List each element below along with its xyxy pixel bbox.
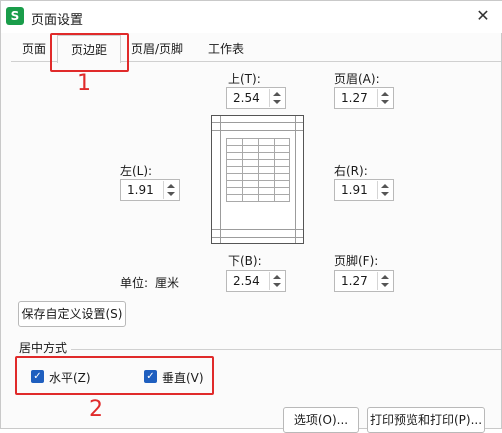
center-group-label: 居中方式 [19,341,68,355]
annotation-number-1: 1 [77,71,91,96]
tab-header-footer[interactable]: 页眉/页脚 [125,38,189,61]
preview-right-margin-line [295,116,296,243]
header-margin-value: 1.27 [341,91,368,105]
spinner-arrows[interactable] [377,89,392,107]
spinner-arrows[interactable] [269,89,284,107]
options-button[interactable]: 选项(O)... [283,407,359,433]
preview-table [226,138,290,202]
annotation-box-2 [15,356,214,395]
chevron-down-icon [273,100,281,104]
page-setup-dialog: S 页面设置 ✕ 页面 页边距 页眉/页脚 工作表 1 上(T): 2.54 页… [0,0,502,433]
center-group-divider [71,349,501,350]
left-margin-label: 左(L): [120,164,153,178]
page-preview [211,115,304,244]
top-margin-spinner[interactable]: 2.54 [226,87,286,109]
chevron-up-icon [273,92,281,96]
chevron-up-icon [381,275,389,279]
header-margin-label: 页眉(A): [334,72,380,86]
header-margin-spinner[interactable]: 1.27 [334,87,394,109]
annotation-box-1 [50,33,129,72]
preview-bottom-margin-line [212,229,303,230]
top-margin-value: 2.54 [233,91,260,105]
preview-footer-line [212,237,303,238]
chevron-up-icon [167,184,175,188]
unit-value: 厘米 [155,276,180,290]
right-margin-spinner[interactable]: 1.91 [334,179,394,201]
right-margin-label: 右(R): [334,164,368,178]
chevron-down-icon [167,192,175,196]
dialog-title: 页面设置 [31,13,84,28]
tab-page[interactable]: 页面 [15,38,53,61]
spinner-arrows[interactable] [163,181,178,199]
chevron-down-icon [273,283,281,287]
footer-margin-label: 页脚(F): [334,254,379,268]
preview-header-line [212,122,303,123]
close-icon: ✕ [476,6,490,25]
tab-sheet[interactable]: 工作表 [199,38,253,61]
spinner-arrows[interactable] [377,181,392,199]
spinner-arrows[interactable] [269,272,284,290]
chevron-up-icon [381,184,389,188]
chevron-up-icon [381,92,389,96]
spinner-arrows[interactable] [377,272,392,290]
chevron-up-icon [273,275,281,279]
unit-label: 单位: [120,276,149,290]
right-margin-value: 1.91 [341,183,368,197]
print-preview-button[interactable]: 打印预览和打印(P)... [367,407,485,433]
left-margin-value: 1.91 [127,183,154,197]
top-margin-label: 上(T): [228,72,261,86]
title-bar: S 页面设置 ✕ [1,1,502,33]
chevron-down-icon [381,100,389,104]
footer-margin-spinner[interactable]: 1.27 [334,270,394,292]
left-margin-spinner[interactable]: 1.91 [120,179,180,201]
chevron-down-icon [381,192,389,196]
annotation-number-2: 2 [89,397,103,422]
close-button[interactable]: ✕ [471,5,495,27]
bottom-margin-label: 下(B): [228,254,262,268]
app-icon: S [6,7,24,25]
bottom-margin-spinner[interactable]: 2.54 [226,270,286,292]
preview-top-margin-line [212,130,303,131]
chevron-down-icon [381,283,389,287]
save-custom-settings-button[interactable]: 保存自定义设置(S) [18,301,126,327]
bottom-margin-value: 2.54 [233,274,260,288]
preview-left-margin-line [220,116,221,243]
footer-margin-value: 1.27 [341,274,368,288]
